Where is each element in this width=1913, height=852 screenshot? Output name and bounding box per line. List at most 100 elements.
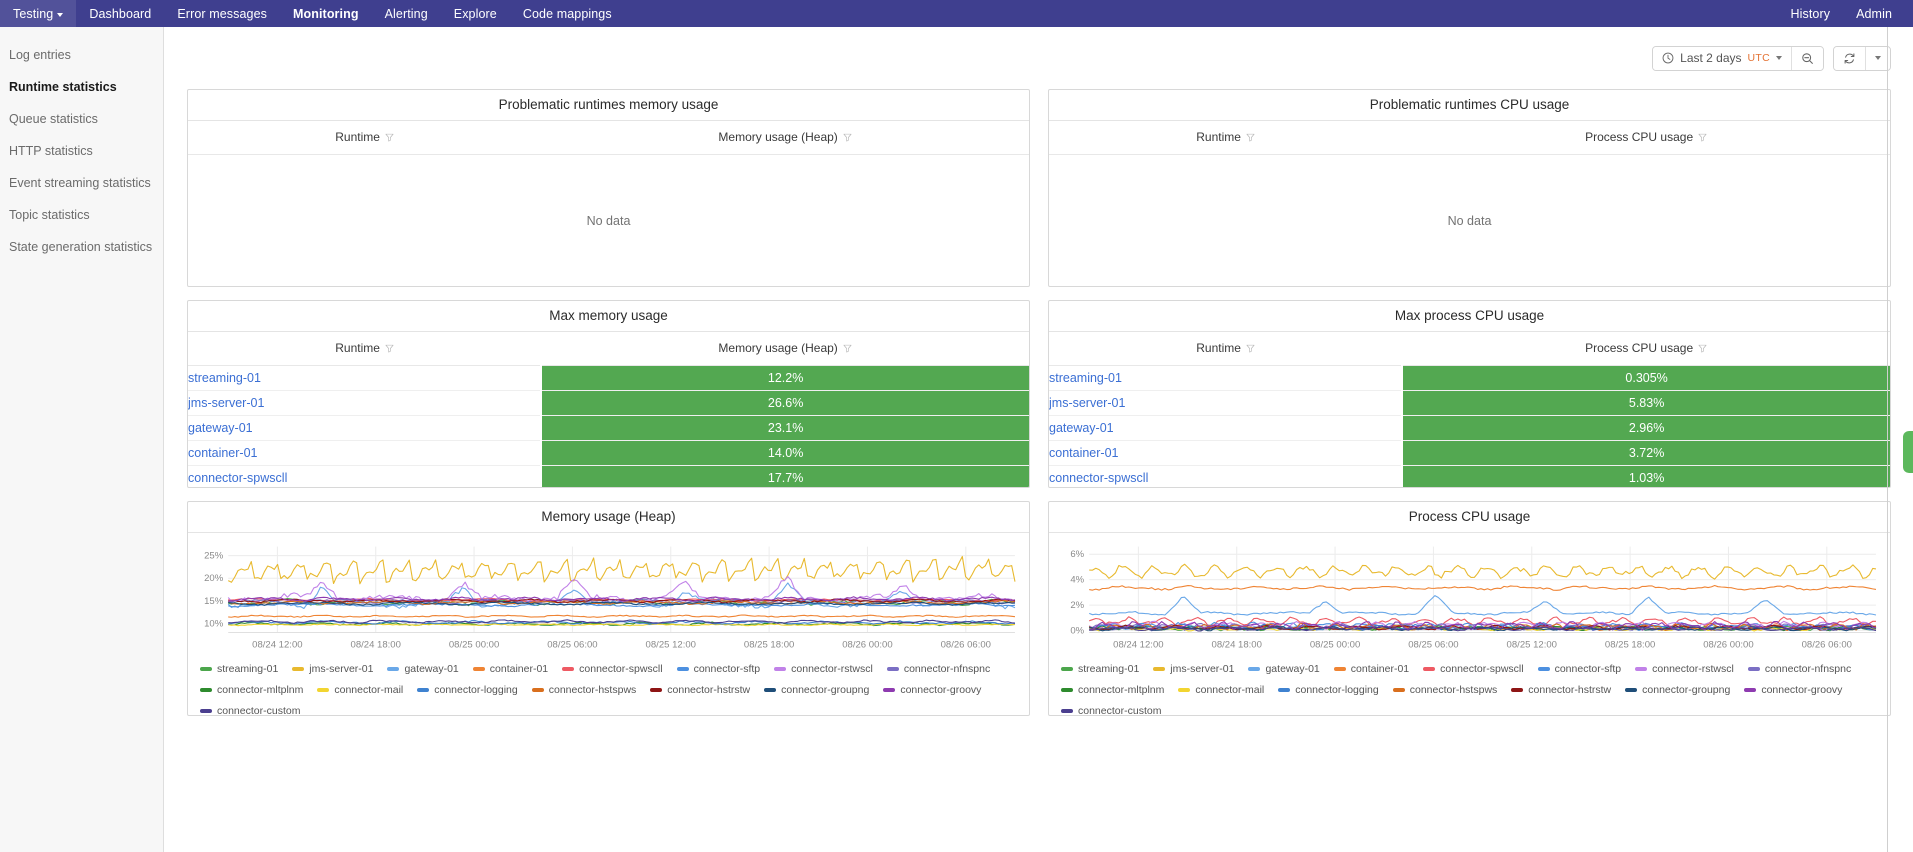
legend-item-connector-logging[interactable]: connector-logging: [1278, 680, 1379, 700]
refresh-button[interactable]: [1834, 46, 1865, 70]
secondary-nav: History Admin: [1777, 0, 1913, 27]
nav-item-monitoring[interactable]: Monitoring: [280, 0, 372, 27]
legend-item-connector-hstrstw[interactable]: connector-hstrstw: [650, 680, 750, 700]
column-header-value[interactable]: Process CPU usage: [1402, 332, 1890, 366]
feedback-edge-tab[interactable]: [1903, 431, 1913, 473]
memory-chart-area[interactable]: 10% 15% 20% 25% 08/24 12:00 08/24 18:00 08/25 …: [188, 533, 1029, 655]
sidebar-item-state-generation-statistics[interactable]: State generation statistics: [0, 231, 163, 263]
legend-item-connector-sftp[interactable]: connector-sftp: [676, 659, 760, 679]
legend-item-jms-server-01[interactable]: jms-server-01: [292, 659, 373, 679]
sidebar-item-event-streaming-statistics[interactable]: Event streaming statistics: [0, 167, 163, 199]
legend-item-connector-hstspws[interactable]: connector-hstspws: [1392, 680, 1497, 700]
legend-item-jms-server-01[interactable]: jms-server-01: [1153, 659, 1234, 679]
runtime-link[interactable]: jms-server-01: [1049, 396, 1125, 410]
runtime-link[interactable]: connector-spwscll: [188, 471, 287, 485]
legend-item-connector-rstwscl[interactable]: connector-rstwscl: [774, 659, 873, 679]
legend-item-connector-spwscll[interactable]: connector-spwscll: [1423, 659, 1524, 679]
legend-item-connector-rstwscl[interactable]: connector-rstwscl: [1635, 659, 1734, 679]
panel-cpu-chart: Process CPU usage 0% 2% 4% 6% 08/24 12:00 08/…: [1048, 501, 1891, 716]
column-header-runtime[interactable]: Runtime: [1049, 121, 1403, 155]
filter-icon[interactable]: [843, 344, 852, 353]
nav-item-alerting[interactable]: Alerting: [372, 0, 441, 27]
legend-item-connector-logging[interactable]: connector-logging: [417, 680, 518, 700]
column-header-value[interactable]: Memory usage (Heap): [541, 121, 1029, 155]
nav-item-label: Alerting: [384, 6, 428, 21]
runtime-link[interactable]: container-01: [188, 446, 258, 460]
legend-item-gateway-01[interactable]: gateway-01: [387, 659, 459, 679]
nav-item-explore[interactable]: Explore: [441, 0, 510, 27]
runtime-link[interactable]: streaming-01: [188, 371, 261, 385]
column-header-runtime[interactable]: Runtime: [188, 332, 542, 366]
legend-item-connector-hstspws[interactable]: connector-hstspws: [531, 680, 636, 700]
legend-item-connector-custom[interactable]: connector-custom: [200, 701, 300, 715]
legend-item-connector-groovy[interactable]: connector-groovy: [883, 680, 981, 700]
cpu-chart-area[interactable]: 0% 2% 4% 6% 08/24 12:00 08/24 18:00 08/25 00:0…: [1049, 533, 1890, 655]
legend-item-connector-mail[interactable]: connector-mail: [1178, 680, 1264, 700]
nav-item-history[interactable]: History: [1777, 0, 1843, 27]
y-axis-tick-label: 10%: [204, 619, 223, 629]
nav-item-admin[interactable]: Admin: [1843, 0, 1905, 27]
sidebar-item-queue-statistics[interactable]: Queue statistics: [0, 103, 163, 135]
y-axis-tick-label: 4%: [1070, 575, 1084, 585]
process-cpu-usage-line-chart[interactable]: 0% 2% 4% 6% 08/24 12:00 08/24 18:00 08/25 00:0…: [1055, 541, 1880, 653]
x-axis-tick-label: 08/26 06:00: [941, 640, 991, 650]
nav-item-error-messages[interactable]: Error messages: [164, 0, 280, 27]
legend-item-connector-spwscll[interactable]: connector-spwscll: [562, 659, 663, 679]
legend-item-container-01[interactable]: container-01: [472, 659, 548, 679]
filter-icon[interactable]: [1698, 133, 1707, 142]
sidebar-item-runtime-statistics[interactable]: Runtime statistics: [0, 71, 163, 103]
runtime-link[interactable]: container-01: [1049, 446, 1119, 460]
x-axis-tick-label: 08/24 12:00: [252, 640, 302, 650]
nav-item-dashboard[interactable]: Dashboard: [76, 0, 164, 27]
sidebar-item-http-statistics[interactable]: HTTP statistics: [0, 135, 163, 167]
legend-item-connector-sftp[interactable]: connector-sftp: [1537, 659, 1621, 679]
filter-icon[interactable]: [385, 344, 394, 353]
filter-icon[interactable]: [843, 133, 852, 142]
column-header-runtime[interactable]: Runtime: [1049, 332, 1403, 366]
column-header-value[interactable]: Memory usage (Heap): [541, 332, 1029, 366]
filter-icon[interactable]: [1246, 344, 1255, 353]
legend-item-gateway-01[interactable]: gateway-01: [1248, 659, 1320, 679]
filter-icon[interactable]: [385, 133, 394, 142]
runtime-link[interactable]: gateway-01: [188, 421, 253, 435]
nav-item-testing[interactable]: Testing: [0, 0, 77, 27]
runtime-link[interactable]: gateway-01: [1049, 421, 1114, 435]
legend-item-streaming-01[interactable]: streaming-01: [1061, 659, 1139, 679]
legend-swatch: [531, 688, 544, 692]
legend-swatch: [764, 688, 777, 692]
legend-item-connector-nfnspnc[interactable]: connector-nfnspnc: [886, 659, 990, 679]
legend-item-connector-groupng[interactable]: connector-groupng: [764, 680, 869, 700]
runtime-link[interactable]: streaming-01: [1049, 371, 1122, 385]
caret-down-icon: [57, 12, 64, 17]
legend-item-connector-mail[interactable]: connector-mail: [317, 680, 403, 700]
legend-item-connector-mltplnm[interactable]: connector-mltplnm: [1061, 680, 1164, 700]
nav-item-code-mappings[interactable]: Code mappings: [510, 0, 625, 27]
legend-item-connector-nfnspnc[interactable]: connector-nfnspnc: [1747, 659, 1851, 679]
legend-swatch: [774, 667, 787, 671]
legend-label: connector-groovy: [900, 684, 982, 696]
runtime-link[interactable]: connector-spwscll: [1049, 471, 1148, 485]
memory-usage-line-chart[interactable]: 10% 15% 20% 25% 08/24 12:00 08/24 18:00 08/25 …: [194, 541, 1019, 653]
column-header-runtime[interactable]: Runtime: [188, 121, 542, 155]
sidebar-item-topic-statistics[interactable]: Topic statistics: [0, 199, 163, 231]
sidebar-item-log-entries[interactable]: Log entries: [0, 39, 163, 71]
legend-item-connector-groupng[interactable]: connector-groupng: [1625, 680, 1730, 700]
runtime-link[interactable]: jms-server-01: [188, 396, 264, 410]
column-header-value[interactable]: Process CPU usage: [1402, 121, 1890, 155]
legend-item-container-01[interactable]: container-01: [1333, 659, 1409, 679]
column-label: Runtime: [335, 341, 380, 355]
zoom-out-button[interactable]: [1792, 46, 1823, 70]
legend-item-connector-custom[interactable]: connector-custom: [1061, 701, 1161, 715]
x-axis-tick-label: 08/25 00:00: [1310, 640, 1360, 650]
filter-icon[interactable]: [1698, 344, 1707, 353]
filter-icon[interactable]: [1246, 133, 1255, 142]
legend-label: connector-hstrstw: [1528, 684, 1612, 696]
legend-item-streaming-01[interactable]: streaming-01: [200, 659, 278, 679]
nav-item-label: Monitoring: [293, 6, 359, 21]
legend-item-connector-hstrstw[interactable]: connector-hstrstw: [1511, 680, 1611, 700]
legend-label: connector-mltplnm: [217, 684, 304, 696]
dashboard-toolbar: Last 2 days UTC: [187, 27, 1891, 89]
legend-item-connector-mltplnm[interactable]: connector-mltplnm: [200, 680, 303, 700]
time-range-picker-button[interactable]: Last 2 days UTC: [1653, 46, 1791, 70]
legend-item-connector-groovy[interactable]: connector-groovy: [1744, 680, 1842, 700]
